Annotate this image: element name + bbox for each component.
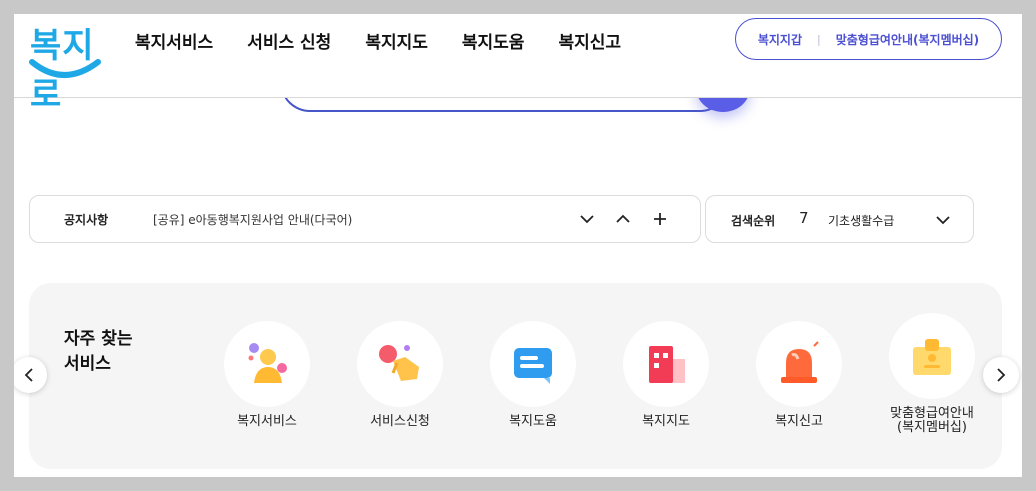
nav-welfare-map[interactable]: 복지지도 <box>365 28 428 53</box>
notice-text[interactable]: [공유] e아동행복지원사업 안내(다국어) <box>153 211 352 228</box>
service-label: 복지서비스 <box>237 414 297 429</box>
plus-icon <box>654 213 666 225</box>
service-report[interactable]: 복지신고 <box>744 321 854 429</box>
service-icon-circle <box>357 321 443 407</box>
service-map[interactable]: 복지지도 <box>611 321 721 429</box>
service-welfare[interactable]: 복지서비스 <box>212 321 322 429</box>
services-title-line1: 자주 찾는 <box>64 329 133 349</box>
notice-bar: 공지사항 [공유] e아동행복지원사업 안내(다국어) <box>29 195 701 243</box>
rank-number: 7 <box>799 209 809 227</box>
service-label: 복지지도 <box>642 414 690 429</box>
service-label: 복지신고 <box>775 414 823 429</box>
hand-click-icon <box>379 345 419 381</box>
notice-more-button[interactable] <box>649 208 671 230</box>
service-apply[interactable]: 서비스신청 <box>345 321 455 429</box>
chevron-left-icon <box>24 368 33 382</box>
main-nav: 복지서비스 서비스 신청 복지지도 복지도움 복지신고 <box>135 28 655 53</box>
welfare-wallet-link[interactable]: 복지지갑 <box>758 31 802 48</box>
rank-expand-button[interactable] <box>932 209 954 231</box>
service-label-line1: 맞춤형급여안내 <box>890 406 974 421</box>
notice-prev-button[interactable] <box>612 208 634 230</box>
carousel-next-button[interactable] <box>983 357 1019 393</box>
nav-welfare-report[interactable]: 복지신고 <box>558 28 621 53</box>
nav-service-apply[interactable]: 서비스 신청 <box>247 28 331 53</box>
nav-welfare-help[interactable]: 복지도움 <box>462 28 525 53</box>
person-icon <box>248 343 287 383</box>
chevron-right-icon <box>997 368 1006 382</box>
divider: | <box>817 32 821 46</box>
notice-label: 공지사항 <box>64 212 109 227</box>
notice-next-button[interactable] <box>576 208 598 230</box>
membership-link[interactable]: 맞춤형급여안내(복지멤버십) <box>836 31 979 48</box>
logo-smile-icon <box>29 59 101 78</box>
service-membership[interactable]: 맞춤형급여안내 (복지멤버십) <box>877 313 987 435</box>
services-title-line2: 서비스 <box>64 354 111 374</box>
search-rank: 검색순위 7 기초생활수급 <box>705 195 974 243</box>
quick-links: 복지지갑 | 맞춤형급여안내(복지멤버십) <box>735 18 1002 60</box>
chevron-down-icon <box>580 215 594 224</box>
frequent-services: 자주 찾는 서비스 복지서비스 서비스신청 복지도움 복지지도 복지신고 맞춤형… <box>29 283 1002 469</box>
service-label: 서비스신청 <box>370 414 430 429</box>
services-title: 자주 찾는 서비스 <box>64 327 164 377</box>
rank-label: 검색순위 <box>731 214 776 228</box>
service-icon-circle <box>756 321 842 407</box>
service-icon-circle <box>224 321 310 407</box>
service-label: 맞춤형급여안내 (복지멤버십) <box>877 407 987 435</box>
service-icon-circle <box>623 321 709 407</box>
header: 복지로 복지서비스 서비스 신청 복지지도 복지도움 복지신고 복지지갑 | 맞… <box>14 14 1022 115</box>
rank-term[interactable]: 기초생활수급 <box>828 212 894 229</box>
logo[interactable]: 복지로 <box>28 18 102 115</box>
chevron-up-icon <box>616 214 630 223</box>
service-icon-circle <box>490 321 576 407</box>
service-icon-circle <box>889 313 975 399</box>
nav-welfare-service[interactable]: 복지서비스 <box>135 28 213 53</box>
service-label: 복지도움 <box>509 414 557 429</box>
id-card-icon <box>913 339 951 375</box>
building-icon <box>649 346 685 383</box>
chevron-down-icon <box>936 216 950 225</box>
service-label-line2: (복지멤버십) <box>897 420 967 435</box>
page: 복지로 복지서비스 서비스 신청 복지지도 복지도움 복지신고 복지지갑 | 맞… <box>14 14 1022 477</box>
siren-icon <box>781 341 819 383</box>
chat-icon <box>514 348 552 384</box>
service-help[interactable]: 복지도움 <box>478 321 588 429</box>
